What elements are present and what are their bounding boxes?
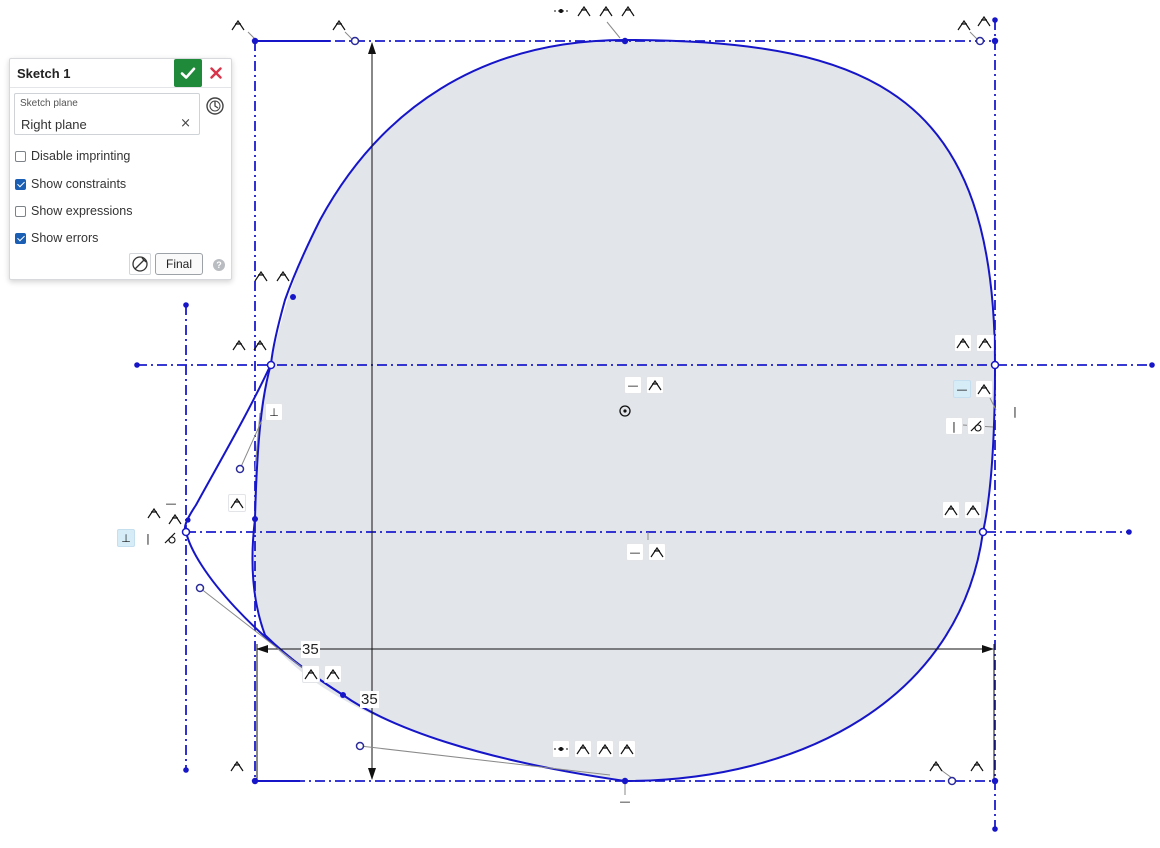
show-errors-checkbox[interactable] [15,232,26,244]
horizontal-constraint-icon[interactable]: — [624,376,642,394]
sketch-plane-caption: Sketch plane [20,98,78,109]
sketch-tool-icon [132,256,148,272]
tangent-constraint-icon[interactable] [942,501,960,519]
midpoint-constraint-icon[interactable] [552,740,570,758]
tangent-constraint-icon[interactable] [228,494,246,512]
tangent-constraint-icon[interactable] [646,376,664,394]
help-icon[interactable]: ? [213,259,225,271]
sketch-tool-button[interactable] [129,253,151,275]
dialog-header: Sketch 1 [10,59,231,88]
show-constraints-checkbox[interactable] [15,178,26,190]
vertical-constraint-icon[interactable]: | [1006,402,1024,420]
tangent-constraint-icon[interactable] [619,2,637,20]
history-icon [206,97,224,115]
tangent-constraint-icon[interactable] [252,267,270,285]
tangent-constraint-icon[interactable] [228,757,246,775]
coincident-constraint-icon[interactable] [967,417,985,435]
dialog-title: Sketch 1 [17,66,71,81]
clear-plane-button[interactable]: × [180,116,191,131]
tangent-constraint-icon[interactable] [596,740,614,758]
vertical-constraint-icon[interactable]: | [139,529,157,547]
horizontal-constraint-icon[interactable]: — [616,792,634,810]
show-errors-option[interactable]: Show errors [15,230,98,246]
tangent-constraint-icon[interactable] [145,504,163,522]
coincident-constraint-icon[interactable] [161,529,179,547]
show-constraints-option[interactable]: Show constraints [15,176,126,192]
tangent-constraint-icon[interactable] [968,757,986,775]
tangent-constraint-icon[interactable] [648,543,666,561]
tangent-constraint-icon[interactable] [574,740,592,758]
final-button[interactable]: Final [155,253,203,275]
show-expressions-checkbox[interactable] [15,205,26,217]
tangent-constraint-icon[interactable] [597,2,615,20]
tangent-constraint-icon[interactable] [166,510,184,528]
tangent-constraint-icon[interactable] [274,267,292,285]
sketch-feature-dialog: Sketch 1 Sketch plane Right plane × Disa… [9,58,232,280]
disable-imprinting-checkbox[interactable] [15,150,26,162]
dimension-vertical-label[interactable]: 35 [360,691,379,708]
show-expressions-label: Show expressions [31,204,133,218]
history-button[interactable] [205,96,225,116]
horizontal-constraint-icon[interactable]: — [626,543,644,561]
perpendicular-constraint-icon[interactable]: ⊥ [265,403,283,421]
show-expressions-option[interactable]: Show expressions [15,203,132,219]
horizontal-constraint-icon[interactable]: — [953,380,971,398]
dimension-horizontal-label[interactable]: 35 [301,641,320,658]
midpoint-constraint-icon[interactable] [553,2,569,20]
tangent-constraint-icon[interactable] [975,12,993,30]
tangent-constraint-icon[interactable] [975,380,993,398]
tangent-constraint-icon[interactable] [229,16,247,34]
sketch-plane-value: Right plane [21,117,87,132]
tangent-constraint-icon[interactable] [976,334,994,352]
tangent-constraint-icon[interactable] [955,16,973,34]
tangent-constraint-icon[interactable] [324,665,342,683]
tangent-constraint-icon[interactable] [251,336,269,354]
disable-imprinting-label: Disable imprinting [31,149,131,163]
tangent-constraint-icon[interactable] [618,740,636,758]
show-errors-label: Show errors [31,231,99,245]
disable-imprinting-option[interactable]: Disable imprinting [15,148,130,164]
tangent-constraint-icon[interactable] [927,757,945,775]
accept-button[interactable] [174,59,202,87]
show-constraints-label: Show constraints [31,177,127,191]
check-icon [180,67,196,79]
tangent-constraint-icon[interactable] [330,16,348,34]
close-icon [210,67,222,79]
cancel-button[interactable] [206,63,226,83]
sketch-plane-field[interactable]: Sketch plane Right plane × [14,93,200,135]
tangent-constraint-icon[interactable] [575,2,593,20]
tangent-constraint-icon[interactable] [964,501,982,519]
perpendicular-constraint-icon[interactable]: ⊥ [117,529,135,547]
tangent-constraint-icon[interactable] [954,334,972,352]
tangent-constraint-icon[interactable] [230,336,248,354]
vertical-constraint-icon[interactable]: | [945,417,963,435]
tangent-constraint-icon[interactable] [302,665,320,683]
